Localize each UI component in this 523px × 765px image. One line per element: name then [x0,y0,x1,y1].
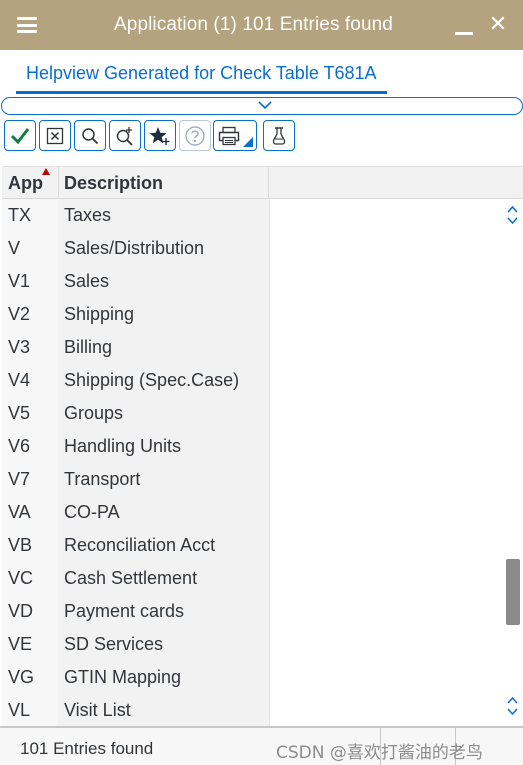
title-bar: Application (1) 101 Entries found ✕ [0,0,523,50]
table-row[interactable]: V3 Billing [2,331,502,364]
table-row[interactable]: V6 Handling Units [2,430,502,463]
table-header: App Description [2,166,523,200]
cell-description: Shipping [64,304,135,324]
print-icon [218,126,240,145]
cell-app: TX [8,205,32,225]
column-header-app[interactable]: App [8,167,43,200]
sort-ascending-icon [42,168,50,175]
cell-app: V5 [8,403,31,423]
technical-info-icon [272,126,286,145]
cell-app: V2 [8,304,31,324]
cell-description: Shipping (Spec.Case) [64,370,240,390]
column-divider[interactable] [58,167,59,200]
search-button[interactable] [74,120,106,151]
search-more-button[interactable] [109,120,141,151]
table-row[interactable]: VB Reconciliation Acct [2,529,502,562]
cell-description: Sales/Distribution [64,238,205,258]
search-more-icon [116,126,133,146]
personal-list-button[interactable] [144,120,176,151]
results-table: TX Taxes V Sales/Distribution V1 Sales V… [2,199,502,726]
personal-list-icon [149,126,170,145]
scroll-page-down-icon[interactable] [507,707,518,717]
cell-app: V4 [8,370,31,390]
cell-description: GTIN Mapping [64,667,182,687]
scrollbar-thumb[interactable] [506,559,520,625]
confirm-button[interactable] [4,120,36,151]
cell-app: V1 [8,271,31,291]
cancel-icon [46,127,64,144]
chevron-down-icon [258,101,272,110]
table-row[interactable]: VL Visit List [2,694,502,726]
cell-app: V7 [8,469,31,489]
cell-description: Handling Units [64,436,182,456]
table-row[interactable]: VA CO-PA [2,496,502,529]
cell-description: Cash Settlement [64,568,198,588]
cell-app: VG [8,667,35,687]
toolbar [0,116,523,156]
scroll-page-up-icon[interactable] [507,204,518,214]
column-header-description[interactable]: Description [64,167,163,200]
watermark: CSDN @喜欢打酱油的老鸟 [276,743,483,763]
table-row[interactable]: V5 Groups [2,397,502,430]
tab-bar: Helpview Generated for Check Table T681A [0,50,523,94]
close-icon[interactable]: ✕ [487,13,509,35]
expand-collapse-bar[interactable] [1,97,523,115]
column-divider[interactable] [268,167,269,200]
technical-info-button[interactable] [263,120,295,151]
help-icon [185,125,205,146]
status-text: 101 Entries found [20,739,154,758]
scroll-line-up-icon[interactable] [507,695,518,705]
cell-app: VL [8,700,31,720]
cell-description: Visit List [64,700,131,720]
table-row[interactable]: VE SD Services [2,628,502,661]
table-row[interactable]: V2 Shipping [2,298,502,331]
table-row[interactable]: VD Payment cards [2,595,502,628]
cell-description: Sales [64,271,110,291]
cell-app: V6 [8,436,31,456]
table-row[interactable]: VG GTIN Mapping [2,661,502,694]
cell-description: CO-PA [64,502,120,522]
cell-description: Reconciliation Acct [64,535,216,555]
vertical-scrollbar[interactable] [502,199,523,726]
cell-description: Taxes [64,205,112,225]
cell-app: VC [8,568,34,588]
cell-app: VD [8,601,34,621]
cell-description: SD Services [64,634,164,654]
table-row[interactable]: V7 Transport [2,463,502,496]
cell-app: VE [8,634,33,654]
table-row[interactable]: V4 Shipping (Spec.Case) [2,364,502,397]
cell-app: VB [8,535,33,555]
cell-description: Payment cards [64,601,185,621]
cell-description: Groups [64,403,124,423]
window-title: Application (1) 101 Entries found [114,14,393,35]
table-row[interactable]: V1 Sales [2,265,502,298]
cell-app: V3 [8,337,31,357]
print-button[interactable] [213,120,257,151]
scroll-line-down-icon[interactable] [507,216,518,226]
dropdown-icon[interactable] [243,137,253,147]
table-row[interactable]: V Sales/Distribution [2,232,502,265]
help-button[interactable] [179,120,211,151]
cell-app: V [8,238,21,258]
cancel-button[interactable] [39,120,71,151]
tab-helpview[interactable]: Helpview Generated for Check Table T681A [16,63,387,94]
checkmark-icon [10,127,30,144]
cell-description: Transport [64,469,141,489]
minimize-icon[interactable] [455,32,473,35]
table-row[interactable]: VC Cash Settlement [2,562,502,595]
hamburger-icon[interactable] [17,17,37,33]
cell-description: Billing [64,337,113,357]
status-bar: 101 Entries found CSDN @喜欢打酱油的老鸟 [0,726,523,765]
search-icon [82,127,99,144]
cell-app: VA [8,502,31,522]
table-row[interactable]: TX Taxes [2,199,502,232]
